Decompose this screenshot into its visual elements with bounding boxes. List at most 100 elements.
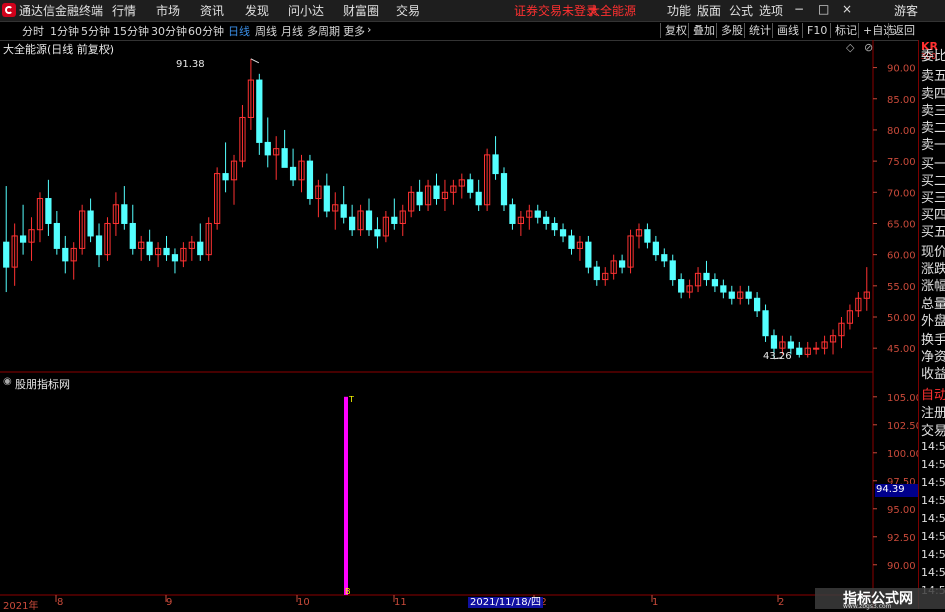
tick-time: 14:56 — [921, 458, 945, 471]
candle — [3, 186, 10, 293]
candle — [323, 173, 330, 218]
candle — [138, 235, 145, 261]
chart-area[interactable]: 90.00 85.00 80.00 75.00 70.00 65.00 60.00 55.00… — [0, 40, 918, 609]
period-5min[interactable]: 5分钟 — [81, 23, 110, 39]
candle-body — [121, 204, 128, 224]
period-fenshi[interactable]: 分时 — [22, 23, 44, 39]
quote-tab-register[interactable]: 注册 — [921, 402, 945, 421]
candle — [154, 242, 162, 268]
menu-xuanxiang[interactable]: 选项 — [759, 2, 783, 19]
high-marker — [250, 58, 260, 64]
candle-body — [391, 216, 398, 224]
menu-gongneng[interactable]: 功能 — [667, 2, 691, 19]
candle — [28, 217, 35, 261]
candle — [813, 341, 820, 355]
tick-time: 14:56 — [921, 476, 945, 489]
fuquan-button[interactable]: 复权 — [660, 23, 691, 38]
candle — [492, 136, 499, 180]
menu-wenxiaoda[interactable]: 问小达 — [288, 2, 324, 19]
menu-faxian[interactable]: 发现 — [245, 2, 269, 19]
f10-button[interactable]: F10 — [802, 23, 831, 38]
y-tick-label: 85.00 — [887, 95, 916, 106]
candle — [534, 204, 541, 224]
watermark-banner: 指标公式网 www.zbgs3.com — [815, 588, 945, 610]
candle — [475, 179, 482, 211]
grid-lines: 90.00 85.00 80.00 75.00 70.00 65.00 60.00 55.00… — [0, 40, 918, 609]
chevron-down-icon[interactable]: ⌄ — [104, 40, 113, 53]
maximize-button[interactable]: □ — [818, 2, 829, 16]
candle-body — [146, 241, 153, 256]
trade-login-status[interactable]: 证券交易未登录 — [514, 2, 598, 19]
candle-body — [475, 191, 482, 206]
candle — [694, 267, 702, 293]
period-15min[interactable]: 15分钟 — [113, 23, 149, 39]
period-30min[interactable]: 30分钟 — [151, 23, 187, 39]
collapse-icon[interactable]: ⊘ — [864, 41, 873, 54]
quote-tab-trade[interactable]: 交易 — [921, 420, 945, 439]
period-daily[interactable]: 日线 — [228, 23, 250, 39]
candle — [551, 217, 558, 236]
xaxis-label: 10 — [297, 597, 310, 608]
candle-body — [45, 198, 52, 224]
candle — [180, 242, 187, 268]
candle-body — [62, 247, 69, 262]
chevron-right-icon[interactable]: › — [367, 23, 371, 36]
period-1min[interactable]: 1分钟 — [50, 23, 79, 39]
menu-hangqing[interactable]: 行情 — [112, 2, 136, 19]
candle — [500, 167, 508, 211]
candle-body — [644, 229, 651, 243]
period-multi[interactable]: 多周期 — [307, 23, 340, 39]
candle — [95, 223, 103, 268]
candle — [711, 273, 719, 293]
app-title: 通达信金融终端 — [19, 4, 104, 18]
period-monthly[interactable]: 月线 — [281, 23, 303, 39]
candle-body — [534, 210, 541, 218]
candle — [585, 235, 592, 274]
y-tick-label: 75.00 — [887, 157, 916, 168]
multi-stock-button[interactable]: 多股 — [716, 23, 747, 38]
high-price-label: 91.38 — [176, 59, 205, 70]
stats-button[interactable]: 统计 — [744, 23, 775, 38]
period-more[interactable]: 更多 — [343, 23, 365, 39]
menu-shichang[interactable]: 市场 — [156, 2, 180, 19]
period-60min[interactable]: 60分钟 — [188, 23, 224, 39]
period-weekly[interactable]: 周线 — [255, 23, 277, 39]
back-button[interactable]: 返回 — [888, 23, 919, 38]
diamond-icon[interactable]: ◇ — [846, 41, 854, 54]
candle-body — [349, 216, 356, 231]
menu-jiaoyi[interactable]: 交易 — [396, 2, 420, 19]
candle — [576, 235, 584, 261]
close-button[interactable]: × — [842, 2, 852, 16]
candle-body — [374, 229, 381, 237]
quote-row: 卖五 — [921, 69, 945, 84]
candle — [441, 179, 449, 211]
menu-gongshi[interactable]: 公式 — [729, 2, 753, 19]
candle — [467, 173, 474, 199]
candle — [678, 273, 685, 299]
mark-button[interactable]: 标记 — [830, 23, 861, 38]
candle-body — [543, 216, 550, 224]
xaxis-label: 2 — [778, 597, 785, 608]
quote-row: 委比 — [921, 49, 945, 64]
candle — [332, 192, 339, 230]
indicator-y-tick-label: 90.00 — [887, 561, 916, 572]
draw-line-button[interactable]: 画线 — [772, 23, 803, 38]
candle-body — [652, 241, 659, 256]
overlay-button[interactable]: 叠加 — [688, 23, 719, 38]
minimize-button[interactable]: − — [794, 2, 804, 16]
candle — [19, 204, 27, 255]
candle-body — [787, 341, 794, 349]
indicator-bar-bottom-label: B — [345, 587, 351, 596]
menu-banmian[interactable]: 版面 — [697, 2, 721, 19]
indicator-toggle-icon[interactable]: ◉ — [3, 376, 12, 387]
user-guest[interactable]: 游客 — [894, 2, 918, 19]
candle — [340, 186, 347, 224]
menu-zixun[interactable]: 资讯 — [200, 2, 224, 19]
menu-caifuquan[interactable]: 财富圈 — [343, 2, 379, 19]
candle-body — [593, 266, 600, 281]
cursor-date-box: 2021/11/18/四 — [468, 597, 544, 608]
candle — [829, 329, 837, 355]
candle-body — [618, 260, 626, 268]
candle — [458, 173, 465, 199]
quote-tab-auto[interactable]: 自动 — [921, 384, 945, 403]
